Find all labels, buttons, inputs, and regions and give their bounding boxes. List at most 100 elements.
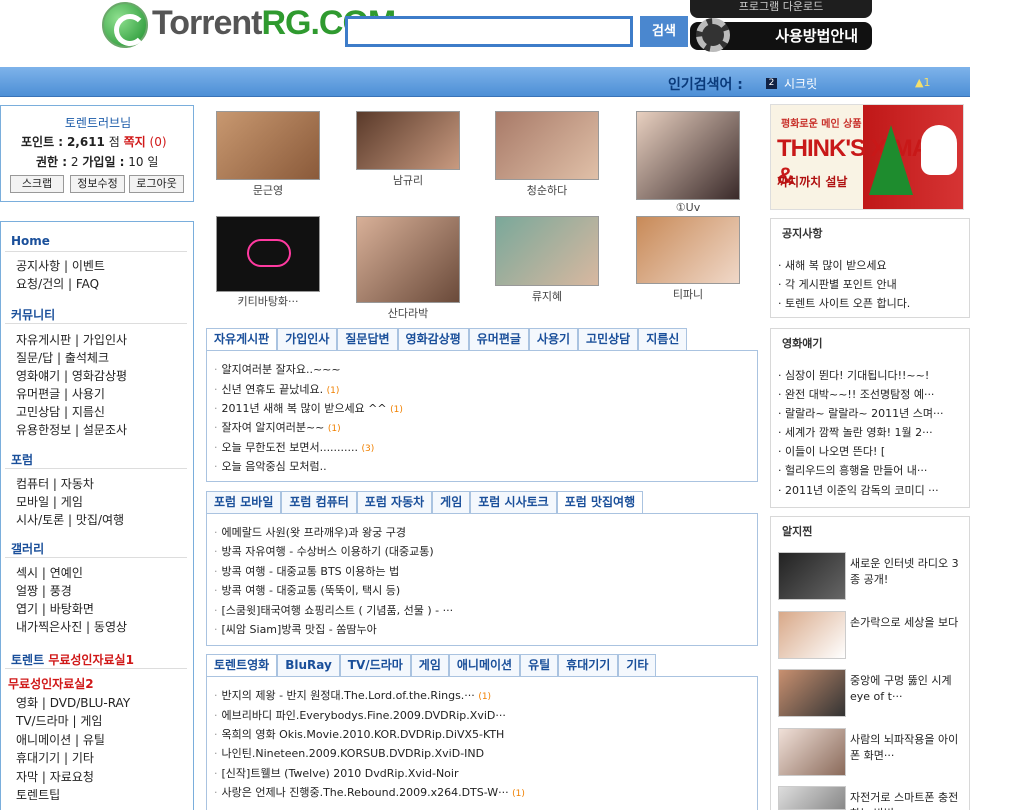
tab-forum-mobile[interactable]: 포럼 모바일 (206, 491, 282, 513)
tab-humor[interactable]: 유머편글 (468, 328, 529, 350)
sidebar-item[interactable]: 유머편글 | 사용기 (16, 385, 105, 402)
sidebar-item[interactable]: 영화얘기 | 영화감상평 (16, 367, 127, 384)
sidebar-item[interactable]: 공지사항 | 이벤트 (16, 257, 105, 274)
gallery-caption[interactable]: 티파니 (636, 286, 740, 302)
tab-free-board[interactable]: 자유게시판 (206, 328, 278, 350)
tab-usage[interactable]: 사용기 (528, 328, 579, 350)
tab-shopping[interactable]: 지름신 (638, 328, 688, 350)
alzi-item[interactable]: 손가락으로 세상을 보다 (850, 615, 965, 631)
tab-forum-talk[interactable]: 포럼 시사토크 (470, 491, 557, 513)
tab-join-greeting[interactable]: 가입인사 (277, 328, 338, 350)
sidebar-item[interactable]: 유용한정보 | 설문조사 (16, 421, 127, 438)
list-item[interactable]: · 랄랄라~ 랄랄라~ 2011년 스며··· (778, 405, 944, 421)
alzi-item[interactable]: 사람의 뇌파작용을 아이폰 화면··· (850, 732, 965, 764)
gallery-caption[interactable]: 남규리 (356, 172, 460, 188)
alzi-thumbnail[interactable] (778, 552, 846, 600)
sidebar-torrent[interactable]: 토렌트 (11, 653, 44, 667)
gallery-photo[interactable] (636, 111, 740, 200)
site-logo[interactable]: TorrentRG.COM (100, 0, 396, 48)
list-item[interactable]: · 토렌트 사이트 오픈 합니다. (778, 295, 910, 311)
gallery-photo[interactable] (356, 216, 460, 303)
gallery-photo[interactable] (356, 111, 460, 170)
alzi-thumbnail[interactable] (778, 728, 846, 776)
list-item[interactable]: 나인틴.Nineteen.2009.KORSUB.DVDRip.XviD-IND (214, 745, 485, 761)
sidebar-item[interactable]: 영화 | DVD/BLU-RAY (16, 694, 130, 711)
tab-forum-car[interactable]: 포럼 자동차 (356, 491, 433, 513)
alzi-item[interactable]: 새로운 인터넷 라디오 3종 공개! (850, 556, 965, 588)
gallery-caption[interactable]: 산다라박 (356, 305, 460, 321)
sidebar-item[interactable]: TV/드라마 | 게임 (16, 712, 102, 729)
tab-torrent-movie[interactable]: 토렌트영화 (206, 654, 278, 676)
list-item[interactable]: · 이들이 나오면 뜬다! [ (778, 443, 885, 459)
tab-qna[interactable]: 질문답변 (337, 328, 398, 350)
sidebar-free1[interactable]: 무료성인자료실1 (48, 653, 134, 667)
list-item[interactable]: · 완전 대박~~!! 조선명탐정 예··· (778, 386, 934, 402)
sidebar-item[interactable]: 시사/토론 | 맛집/여행 (16, 511, 124, 528)
search-input[interactable] (345, 16, 633, 47)
sidebar-gallery[interactable]: 갤러리 (11, 540, 44, 557)
sidebar-community[interactable]: 커뮤니티 (11, 306, 55, 323)
scrap-button[interactable]: 스크랩 (10, 175, 64, 193)
tab-forum-food-travel[interactable]: 포럼 맛집여행 (556, 491, 644, 513)
tab-animation[interactable]: 애니메이션 (448, 654, 521, 676)
movie-talk-title[interactable]: 영화얘기 (782, 335, 822, 351)
gallery-photo[interactable] (495, 216, 599, 286)
sidebar-item[interactable]: 고민상담 | 지름신 (16, 403, 105, 420)
sidebar-forum[interactable]: 포럼 (11, 451, 33, 468)
sidebar-item[interactable]: 토렌트팁 (16, 786, 60, 803)
sidebar-item[interactable]: 컴퓨터 | 자동차 (16, 475, 94, 492)
list-item[interactable]: 잘자여 알지여러분~~ (1) (214, 419, 341, 435)
sidebar-item[interactable]: 휴대기기 | 기타 (16, 749, 94, 766)
alzi-thumbnail[interactable] (778, 669, 846, 717)
list-item[interactable]: · 각 게시판별 포인트 안내 (778, 276, 897, 292)
gallery-caption[interactable]: 류지혜 (495, 288, 599, 304)
sidebar-item[interactable]: 애니메이션 | 유틸 (16, 731, 105, 748)
gallery-photo[interactable] (216, 111, 320, 180)
list-item[interactable]: [신작]트웰브 (Twelve) 2010 DvdRip.Xvid-Noir (214, 765, 459, 781)
promo-banner[interactable]: 평화로운 메인 상품 THINK'S X-MAS & 까치까치 설날 (770, 104, 964, 210)
list-item[interactable]: 오늘 무한도전 보면서........... (3) (214, 439, 375, 455)
sidebar-home[interactable]: Home (11, 234, 50, 248)
search-button[interactable]: 검색 (640, 16, 688, 47)
tab-etc[interactable]: 기타 (618, 654, 657, 676)
gallery-caption[interactable]: 청순하다 (495, 182, 599, 198)
sidebar-item[interactable]: 요청/건의 | FAQ (16, 275, 99, 292)
gallery-caption[interactable]: 문근영 (216, 182, 320, 198)
tab-tv-drama[interactable]: TV/드라마 (339, 654, 411, 676)
program-download-button[interactable]: 프로그램 다운로드 (690, 0, 872, 18)
list-item[interactable]: 방콕 여행 - 대중교통 BTS 이용하는 법 (214, 563, 400, 579)
list-item[interactable]: 사랑은 언제나 진행중.The.Rebound.2009.x264.DTS-W·… (214, 784, 525, 800)
list-item[interactable]: 에메랄드 사원(왓 프라깨우)과 왕궁 구경 (214, 524, 407, 540)
list-item[interactable]: · 세계가 깜짝 놀란 영화! 1월 2··· (778, 424, 933, 440)
alzi-thumbnail[interactable] (778, 611, 846, 659)
tab-forum-computer[interactable]: 포럼 컴퓨터 (281, 491, 357, 513)
tab-counsel[interactable]: 고민상담 (578, 328, 639, 350)
alzi-title[interactable]: 알지찐 (782, 523, 812, 539)
list-item[interactable]: · 심장이 뛴다! 기대됩니다!!~~! (778, 367, 929, 383)
sidebar-item[interactable]: 모바일 | 게임 (16, 493, 83, 510)
gallery-photo[interactable] (636, 216, 740, 284)
tab-bluray[interactable]: BluRay (277, 654, 340, 676)
sidebar-item[interactable]: 내가찍은사진 | 동영상 (16, 618, 127, 635)
sidebar-item[interactable]: 엽기 | 바탕화면 (16, 600, 94, 617)
note-link[interactable]: 쪽지 (124, 135, 146, 149)
gallery-caption[interactable]: 키티바탕화··· (216, 293, 320, 309)
list-item[interactable]: 반지의 제왕 - 반지 원정대.The.Lord.of.the.Rings.··… (214, 687, 492, 703)
alzi-item[interactable]: 중앙에 구멍 뚫인 시계 eye of t··· (850, 673, 965, 705)
tab-mobile-device[interactable]: 휴대기기 (558, 654, 619, 676)
alzi-item[interactable]: 자전거로 스마트폰 충전하는 방법 (850, 790, 965, 810)
edit-profile-button[interactable]: 정보수정 (70, 175, 125, 193)
logout-button[interactable]: 로그아웃 (129, 175, 184, 193)
gallery-caption[interactable]: ①Uv (636, 201, 740, 214)
gallery-photo[interactable] (216, 216, 320, 292)
popular-keyword[interactable]: 시크릿 (784, 75, 817, 92)
list-item[interactable]: [씨암 Siam]방콕 맛집 - 쏨땀누아 (214, 621, 377, 637)
sidebar-item[interactable]: 섹시 | 연예인 (16, 564, 83, 581)
tab-game[interactable]: 게임 (432, 491, 471, 513)
tab-torrent-game[interactable]: 게임 (410, 654, 449, 676)
sidebar-item[interactable]: 질문/답 | 출석체크 (16, 349, 109, 366)
list-item[interactable]: [스쿰윗]태국여행 쇼핑리스트 ( 기념품, 선물 ) - ··· (214, 602, 454, 618)
list-item[interactable]: 에브리바디 파인.Everybodys.Fine.2009.DVDRip.Xvi… (214, 707, 506, 723)
notice-title[interactable]: 공지사항 (782, 225, 822, 241)
list-item[interactable]: 알지여러분 잘자요..~~~ (214, 361, 341, 377)
